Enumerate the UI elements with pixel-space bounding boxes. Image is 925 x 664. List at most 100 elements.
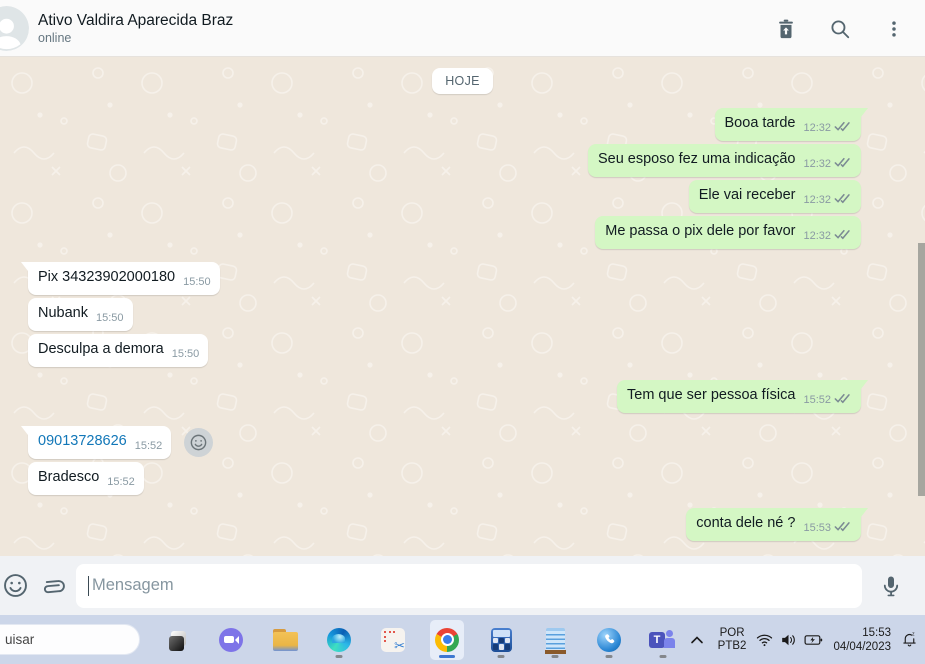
header-actions [773,0,907,57]
edge-glyph [327,628,351,652]
message-row: conta dele né ? 15:53 [0,508,925,541]
message-meta: 15:53 [803,519,852,538]
delete-trash-icon[interactable] [773,16,799,42]
snipping-tool-icon[interactable]: ✂ [376,620,410,660]
running-indicator [498,655,505,658]
date-divider: HOJE [432,68,493,94]
composer-bar: Mensagem [0,556,925,615]
message-meta: 15:50 [183,273,211,292]
message-text: Booa tarde [725,115,796,131]
message-text: Nubank [38,305,88,321]
message-bubble-incoming[interactable]: Bradesco 15:52 [28,462,144,495]
message-meta: 12:32 [803,191,852,210]
contact-info[interactable]: Ativo Valdira Aparecida Braz online [38,11,233,46]
message-text: conta dele né ? [696,515,795,531]
running-indicator [660,655,667,658]
message-text: Me passa o pix dele por favor [605,223,795,239]
message-input[interactable]: Mensagem [76,564,862,608]
video-chat-glyph [219,628,243,652]
message-bubble-outgoing[interactable]: Seu esposo fez uma indicação12:32 [588,144,861,177]
chat-scrollbar[interactable] [918,243,925,496]
message-bubble-incoming[interactable]: 09013728626 15:52 [28,426,171,459]
task-view-icon[interactable] [160,620,194,660]
chat-area: HOJE Booa tarde12:32Seu esposo fez uma i… [0,57,925,556]
video-chat-icon[interactable] [214,620,248,660]
edge-browser-icon[interactable] [322,620,356,660]
message-bubble-outgoing[interactable]: conta dele né ? 15:53 [686,508,861,541]
battery-icon [804,633,823,647]
delivered-ticks-icon [834,521,852,532]
windows-taskbar: uisar [0,615,925,664]
message-meta: 15:50 [172,345,200,364]
message-bubble-outgoing[interactable]: Booa tarde 12:32 [715,108,861,141]
message-bubble-incoming[interactable]: Pix 3432390200018015:50 [28,262,220,295]
calculator-icon[interactable] [484,620,518,660]
calculator-glyph [491,628,512,652]
clock-time: 15:53 [833,626,891,640]
running-indicator [552,655,559,658]
taskbar-search-text: uisar [5,632,34,647]
message-text: Ele vai receber [699,187,796,203]
message-text: Desculpa a demora [38,341,164,357]
volume-icon [780,633,797,647]
default-avatar-icon [0,6,29,51]
message-bubble-outgoing[interactable]: Tem que ser pessoa física15:52 [617,380,861,413]
message-bubble-incoming[interactable]: Nubank 15:50 [28,298,133,331]
message-bubble-incoming[interactable]: Desculpa a demora 15:50 [28,334,208,367]
notepad-glyph [546,628,565,652]
phone-dialer-icon[interactable] [592,620,626,660]
emoji-smiley-icon[interactable] [0,571,30,601]
taskbar-clock[interactable]: 15:53 04/04/2023 [833,626,891,654]
attach-paperclip-icon[interactable] [36,571,66,601]
message-time: 12:32 [803,194,831,206]
message-bubble-outgoing[interactable]: Me passa o pix dele por favor 12:32 [595,216,861,249]
folder-glyph [273,632,298,651]
svg-text:z: z [911,632,914,638]
active-indicator [439,655,455,658]
message-meta: 15:52 [135,437,163,456]
message-meta: 12:32 [803,119,852,138]
language-indicator[interactable]: POR PTB2 [718,627,747,653]
task-view-glyph [165,627,189,653]
message-row: Tem que ser pessoa física15:52 [0,380,925,413]
message-row: Booa tarde 12:32 [0,108,925,141]
search-icon[interactable] [827,16,853,42]
network-volume-battery[interactable] [756,633,823,647]
message-time: 12:32 [803,158,831,170]
smiley-glyph [2,572,29,599]
taskbar-app-icons: ✂ [160,615,680,664]
running-indicator [336,655,343,658]
notepad-icon[interactable] [538,620,572,660]
react-emoji-button[interactable] [184,428,213,457]
search-glyph [829,18,851,40]
message-time: 15:52 [107,476,135,488]
message-text: Bradesco [38,469,99,485]
message-list: HOJE Booa tarde12:32Seu esposo fez uma i… [0,57,925,541]
kebab-menu-icon[interactable] [881,16,907,42]
language-line1: POR [718,627,747,640]
message-row: Nubank 15:50 [0,298,925,331]
language-line2: PTB2 [718,640,747,653]
message-meta: 15:50 [96,309,124,328]
chrome-glyph [435,628,459,652]
microphone-glyph [879,574,903,598]
hidden-icons-chevron-icon[interactable] [690,635,704,645]
message-meta: 15:52 [803,391,852,410]
input-placeholder: Mensagem [92,576,174,595]
delivered-ticks-icon [834,121,852,132]
taskbar-search-box[interactable]: uisar [0,624,140,655]
delivered-ticks-icon [834,229,852,240]
avatar[interactable] [0,6,29,51]
microphone-icon[interactable] [876,571,906,601]
message-meta: 12:32 [803,227,852,246]
teams-glyph: T [649,628,677,652]
chrome-browser-icon[interactable] [430,620,464,660]
teams-icon[interactable]: T [646,620,680,660]
message-row: Seu esposo fez uma indicação12:32 [0,144,925,177]
message-bubble-outgoing[interactable]: Ele vai receber 12:32 [689,180,861,213]
file-explorer-icon[interactable] [268,620,302,660]
whatsapp-window: Ativo Valdira Aparecida Braz online [0,0,925,664]
focus-assist-bell-icon[interactable]: z [899,631,919,648]
phone-number-link[interactable]: 09013728626 [38,433,127,449]
message-time: 12:32 [803,122,831,134]
